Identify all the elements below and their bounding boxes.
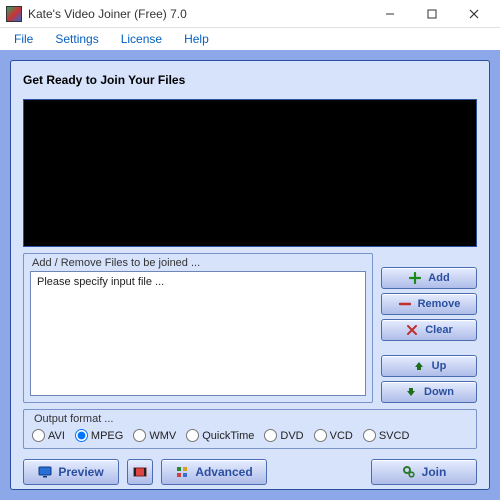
menu-file[interactable]: File [4,30,43,48]
main-panel: Get Ready to Join Your Files Add / Remov… [10,60,490,490]
clear-button[interactable]: Clear [381,319,477,341]
menu-license[interactable]: License [111,30,172,48]
window-title: Kate's Video Joiner (Free) 7.0 [28,7,370,21]
title-bar: Kate's Video Joiner (Free) 7.0 [0,0,500,28]
file-section: Add / Remove Files to be joined ... Plea… [23,253,477,403]
format-group: Output format ... AVI MPEG WMV QuickTime… [23,409,477,449]
file-list[interactable]: Please specify input file ... [30,271,366,396]
file-group-label: Add / Remove Files to be joined ... [30,257,366,269]
x-icon [405,323,419,337]
clear-label: Clear [425,324,453,336]
plus-icon [408,271,422,285]
tool-icon [175,465,189,479]
radio-quicktime[interactable]: QuickTime [186,429,254,442]
gears-icon [402,465,416,479]
radio-svcd[interactable]: SVCD [363,429,410,442]
menu-help[interactable]: Help [174,30,219,48]
add-label: Add [428,272,449,284]
down-button[interactable]: Down [381,381,477,403]
app-icon [6,6,22,22]
down-label: Down [424,386,454,398]
minus-icon [398,297,412,311]
up-label: Up [432,360,447,372]
maximize-button[interactable] [412,2,452,26]
format-label: Output format ... [32,413,468,425]
join-button[interactable]: Join [371,459,477,485]
remove-button[interactable]: Remove [381,293,477,315]
minimize-button[interactable] [370,2,410,26]
window-controls [370,2,494,26]
menu-bar: File Settings License Help [0,28,500,50]
preview-label: Preview [58,465,103,479]
remove-label: Remove [418,298,461,310]
monitor-icon [38,465,52,479]
arrow-up-icon [412,359,426,373]
radio-dvd[interactable]: DVD [264,429,303,442]
film-icon [133,465,147,479]
advanced-label: Advanced [195,465,252,479]
close-button[interactable] [454,2,494,26]
file-list-placeholder: Please specify input file ... [37,276,164,288]
radio-vcd[interactable]: VCD [314,429,353,442]
radio-wmv[interactable]: WMV [133,429,176,442]
radio-avi[interactable]: AVI [32,429,65,442]
client-area: Get Ready to Join Your Files Add / Remov… [0,50,500,500]
radio-mpeg[interactable]: MPEG [75,429,123,442]
add-button[interactable]: Add [381,267,477,289]
options-button[interactable] [127,459,153,485]
bottom-bar: Preview Advanced Join [23,455,477,485]
format-radios: AVI MPEG WMV QuickTime DVD VCD SVCD [32,427,468,442]
file-buttons: Add Remove Clear Up Down [381,253,477,403]
up-button[interactable]: Up [381,355,477,377]
video-preview [23,99,477,247]
menu-settings[interactable]: Settings [45,30,108,48]
preview-button[interactable]: Preview [23,459,119,485]
file-group: Add / Remove Files to be joined ... Plea… [23,253,373,403]
advanced-button[interactable]: Advanced [161,459,267,485]
panel-title: Get Ready to Join Your Files [23,69,477,93]
arrow-down-icon [404,385,418,399]
join-label: Join [422,465,447,479]
